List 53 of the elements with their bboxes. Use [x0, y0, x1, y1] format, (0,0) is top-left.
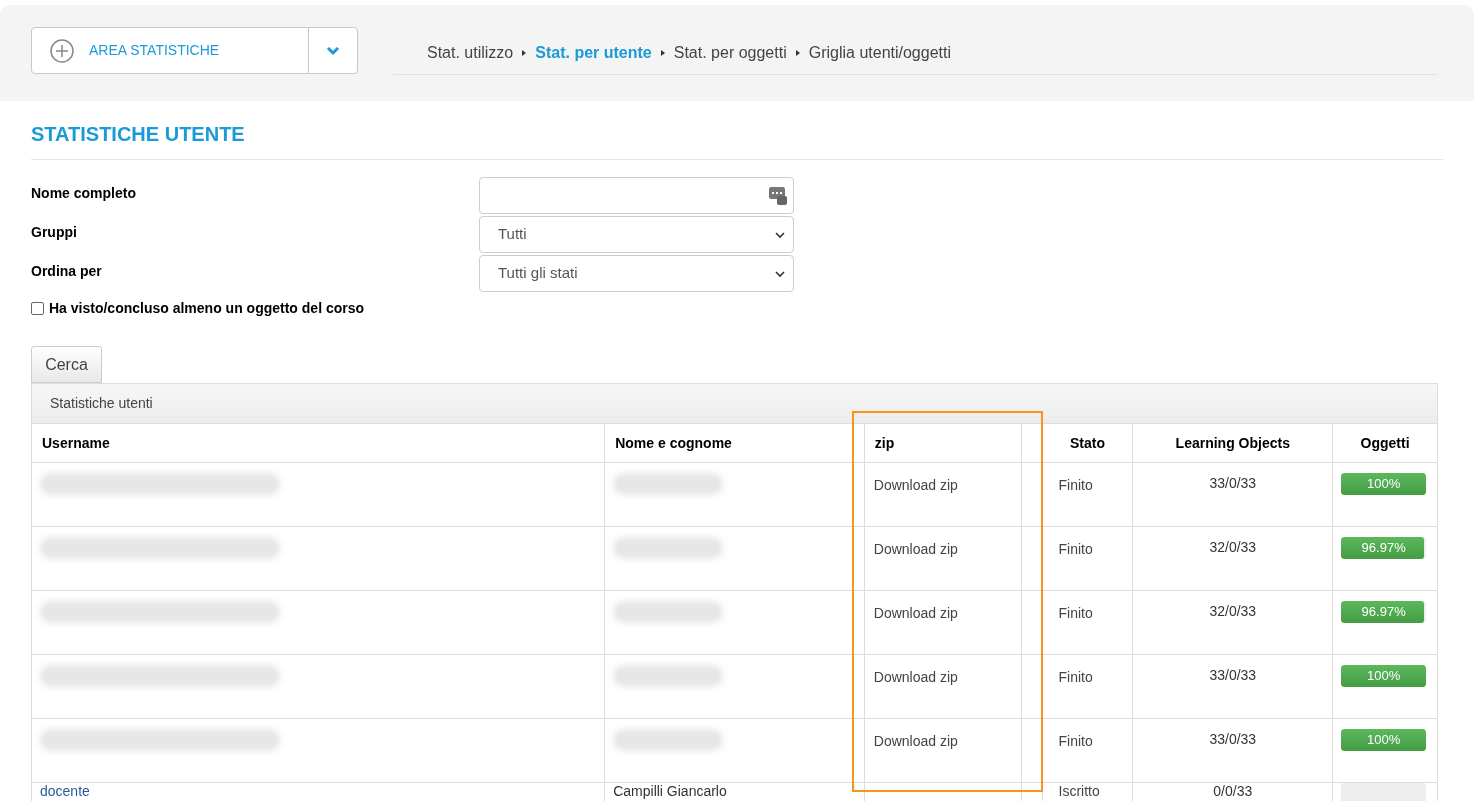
area-label: AREA STATISTICHE: [89, 41, 220, 60]
name-input-field[interactable]: [479, 177, 794, 214]
column-header: Oggetti: [1360, 433, 1410, 453]
page-title: STATISTICHE UTENTE: [31, 101, 1443, 160]
column-header: zip: [874, 433, 895, 453]
table-cell-text: 33/0/33: [1209, 666, 1257, 685]
column-header: Username: [42, 433, 110, 453]
search-button[interactable]: Cerca: [31, 346, 102, 383]
download-link[interactable]: Download zip: [873, 477, 958, 493]
separator-arrow-icon: [522, 49, 527, 56]
separator-arrow-icon: [795, 49, 800, 56]
select-field[interactable]: Tutti gli stati: [479, 255, 794, 292]
select-field[interactable]: Tutti: [479, 216, 794, 253]
table-cell: Campilli Giancarlo: [613, 783, 727, 799]
table-cell: Finito: [1058, 605, 1093, 621]
field-label: Ordina per: [31, 262, 103, 281]
download-link[interactable]: Download zip: [873, 541, 958, 557]
table-cell: Finito: [1058, 669, 1093, 685]
table-cell: 0/0/33: [1213, 783, 1253, 799]
field-label: Gruppi: [31, 223, 78, 242]
column-header: Learning Objects: [1175, 433, 1290, 453]
chevron-down-icon[interactable]: [326, 45, 340, 56]
plus-circle-icon: [50, 38, 74, 63]
table-cell-text: 32/0/33: [1209, 602, 1257, 621]
download-link[interactable]: Download zip: [873, 605, 958, 621]
column-header: Stato: [1070, 433, 1105, 453]
progress-label: 100%: [1366, 731, 1402, 750]
breadcrumb-link[interactable]: Stat. utilizzo: [427, 40, 514, 65]
breadcrumb-link[interactable]: Stat. per oggetti: [673, 40, 787, 65]
chevron-down-icon: [775, 230, 785, 239]
table-cell-text: 32/0/33: [1209, 538, 1257, 557]
breadcrumb-link[interactable]: Griglia utenti/oggetti: [808, 40, 951, 65]
checkbox-label: Ha visto/concluso almeno un oggetto del corso: [49, 299, 365, 318]
progress-label: 96.97%: [1360, 603, 1407, 622]
table-cell-text: 33/0/33: [1209, 474, 1257, 493]
table-cell-text: 33/0/33: [1209, 730, 1257, 749]
download-link[interactable]: Download zip: [873, 733, 958, 749]
table-cell: Finito: [1058, 477, 1093, 493]
checkbox[interactable]: [31, 302, 44, 315]
username-link[interactable]: docente: [40, 783, 90, 799]
table-cell: Finito: [1058, 733, 1093, 749]
separator-arrow-icon: [660, 49, 665, 56]
download-link[interactable]: Download zip: [873, 669, 958, 685]
column-header: Nome e cognome: [615, 433, 732, 453]
panel-title: Statistiche utenti: [50, 394, 153, 413]
chevron-down-icon: [775, 269, 785, 278]
keyboard-icon: [769, 186, 787, 205]
progress-label: 100%: [1366, 475, 1402, 494]
table-cell: Finito: [1058, 541, 1093, 557]
table-cell: Iscritto: [1058, 783, 1100, 799]
field-label: Nome completo: [31, 184, 137, 203]
progress-label: 100%: [1366, 667, 1402, 686]
progress-label: 96.97%: [1360, 539, 1407, 558]
